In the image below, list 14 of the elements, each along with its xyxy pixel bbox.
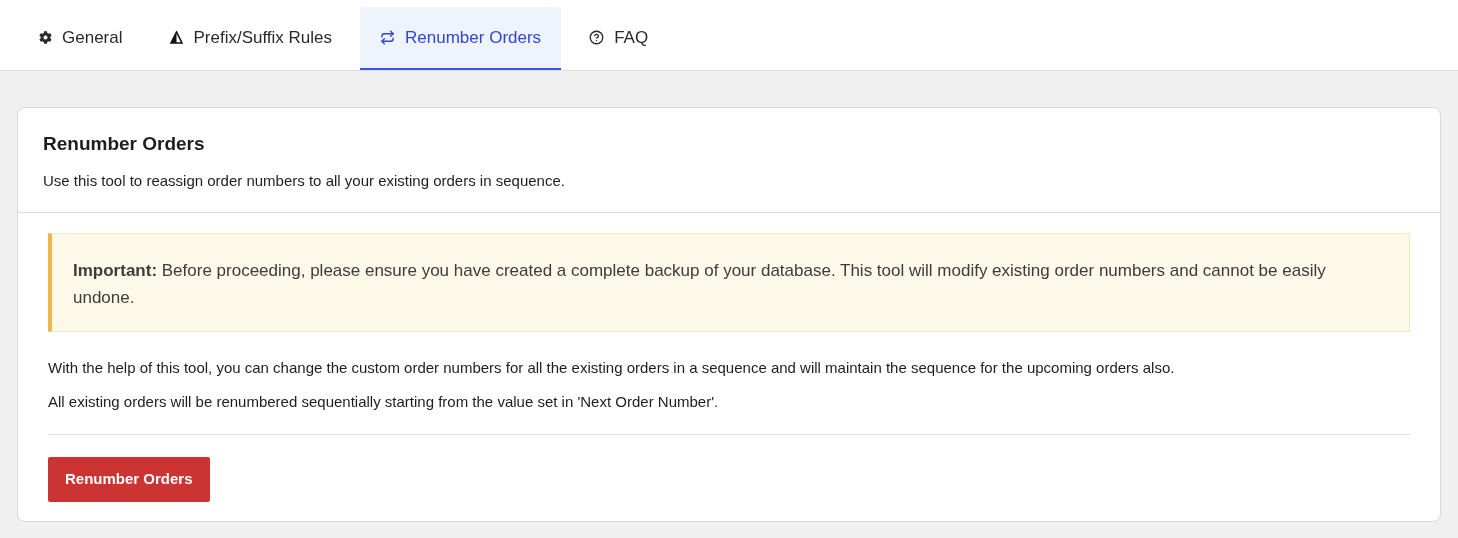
gear-icon bbox=[39, 31, 52, 44]
tab[interactable]: Prefix/Suffix Rules bbox=[150, 7, 353, 70]
tab[interactable]: Renumber Orders bbox=[360, 7, 562, 70]
info-paragraph: All existing orders will be renumbered sequentially starting from the value set in 'Next Order Number'. bbox=[48, 392, 720, 412]
tab[interactable]: General bbox=[19, 7, 143, 70]
help-icon bbox=[589, 30, 605, 45]
card-description: Use this tool to reassign order numbers to all your existing orders in sequence. bbox=[43, 170, 566, 191]
warning-icon bbox=[170, 31, 184, 44]
notice-text: Important: Before proceeding, please ensure you have created a complete backup of your database. This tool will modify existing order numbers and cannot be easily undone. bbox=[73, 260, 1327, 309]
card-title: Renumber Orders bbox=[43, 132, 206, 156]
repeat-icon bbox=[380, 30, 396, 45]
info-paragraph: With the help of this tool, you can change the custom order numbers for all the existing orders in a sequence and will maintain the sequence for the upcoming orders also. bbox=[48, 358, 1176, 378]
tab[interactable]: FAQ bbox=[569, 7, 669, 70]
renumber-button[interactable]: Renumber Orders bbox=[48, 457, 210, 502]
